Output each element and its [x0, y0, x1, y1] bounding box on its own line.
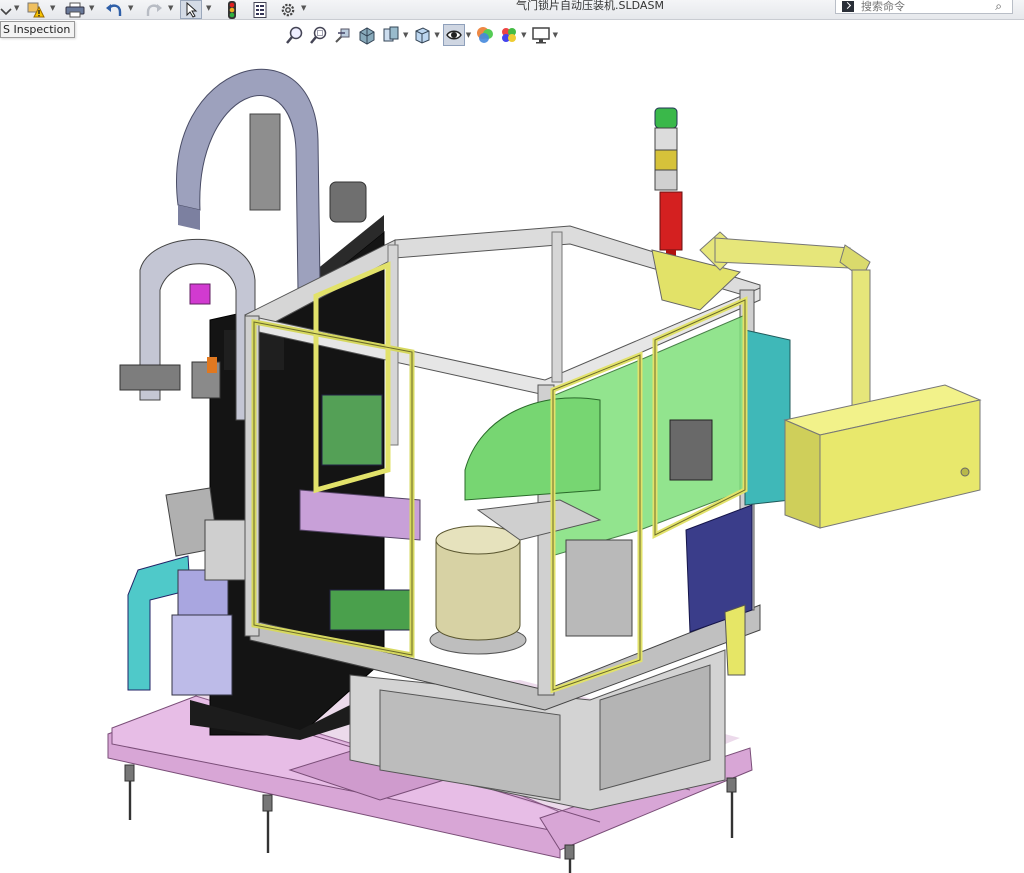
graphics-area[interactable] — [0, 0, 1024, 873]
stack-light — [651, 107, 742, 311]
pendant-box — [783, 384, 982, 529]
